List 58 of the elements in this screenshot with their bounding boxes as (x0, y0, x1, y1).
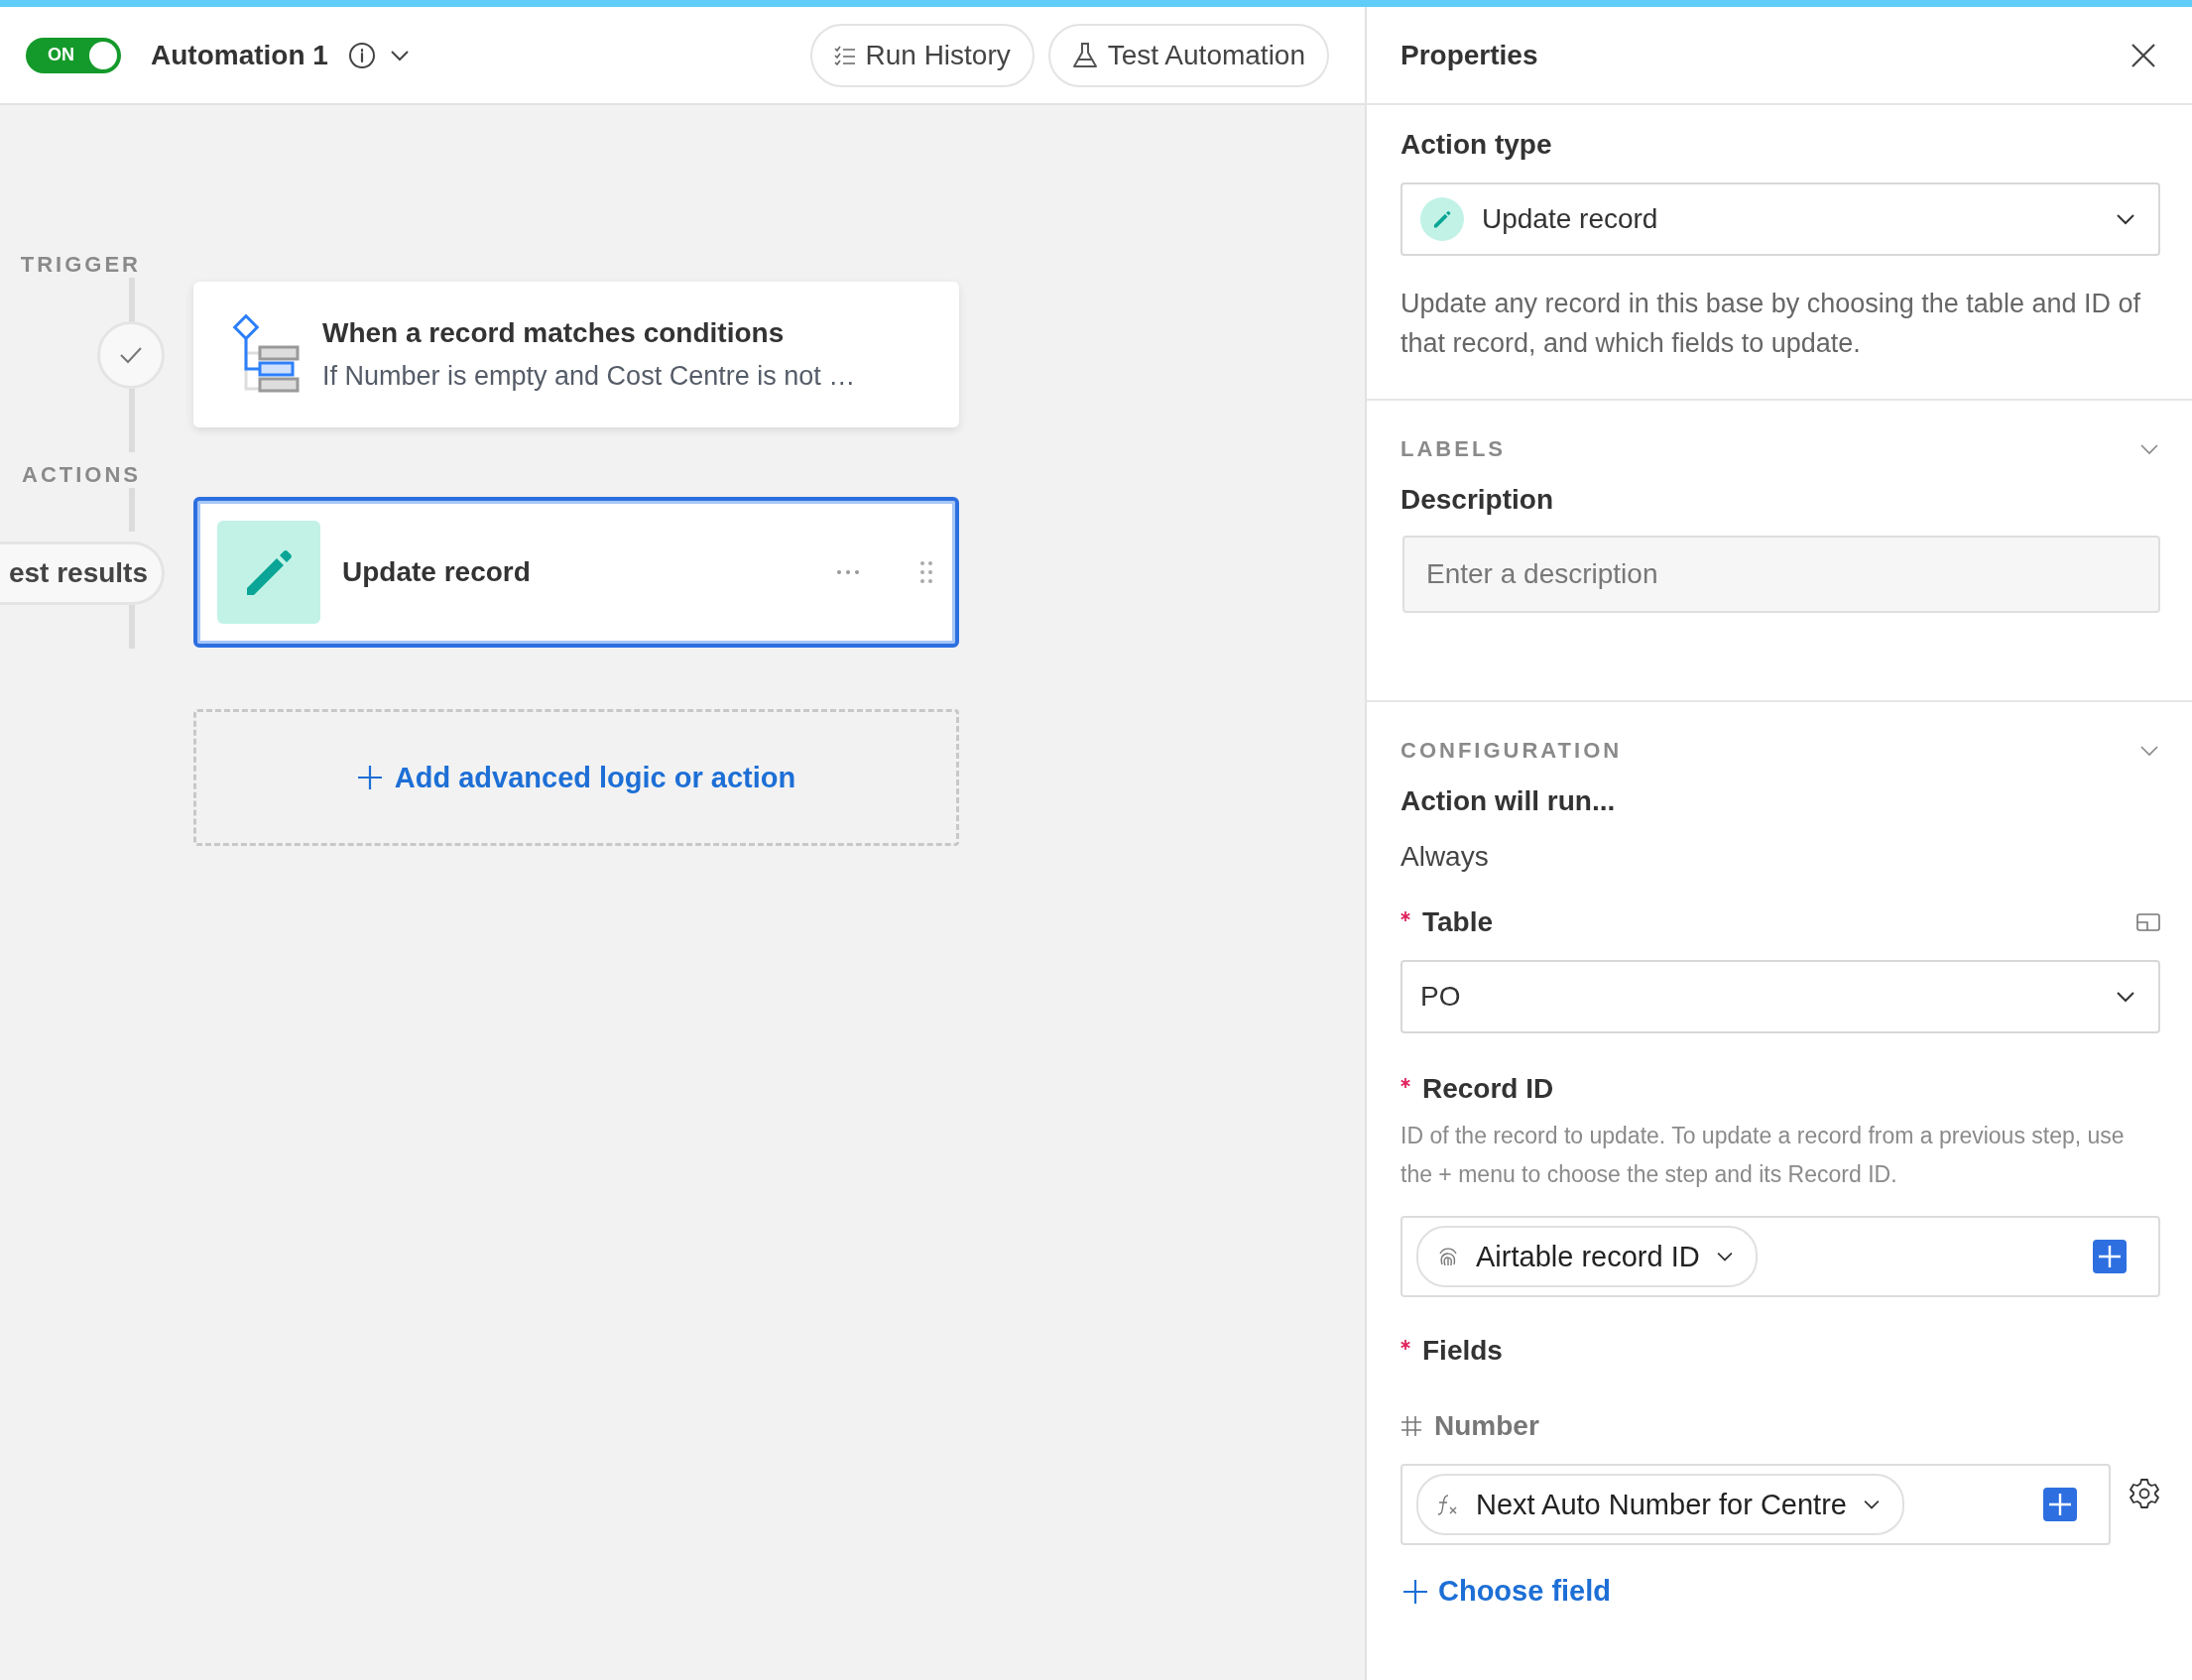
field-name: Number (1434, 1410, 1539, 1442)
chevron-down-icon (2115, 212, 2136, 226)
header-button[interactable]: Run History (809, 23, 1035, 87)
section-heading: CONFIGURATION (1400, 738, 1623, 764)
panel-icon[interactable] (2136, 913, 2160, 931)
plus-icon (356, 765, 383, 790)
hash-icon (1400, 1415, 1422, 1437)
record-id-field[interactable]: Airtable record ID (1400, 1216, 2160, 1297)
trigger-title: When a record matches conditions (322, 317, 786, 349)
chevron-icon[interactable] (2138, 442, 2160, 456)
field-label: Action will run... (1400, 785, 1617, 817)
run-condition: Always (1400, 841, 1490, 873)
checklist-icon (833, 45, 856, 65)
more-icon[interactable] (836, 569, 860, 575)
check-icon (119, 346, 143, 364)
plus-icon[interactable] (2093, 1240, 2127, 1273)
automation-title[interactable]: Automation 1 (151, 39, 328, 71)
plus-icon (1402, 1578, 1428, 1605)
field-label: Action type (1400, 129, 1553, 161)
panel-title: Properties (1400, 39, 1538, 71)
choose-field-link[interactable]: Choose field (1400, 1575, 1611, 1608)
action-title: Update record (342, 556, 531, 588)
settings-icon[interactable] (2129, 1478, 2160, 1509)
test-results-button[interactable]: est results (0, 541, 165, 605)
description-field[interactable]: Enter a description (1402, 536, 2160, 613)
chevron-down-icon (2115, 990, 2136, 1004)
action-type-select[interactable]: Update record (1400, 182, 2160, 256)
action-card[interactable]: Update record (193, 497, 959, 648)
toggle-label: ON (48, 45, 74, 65)
on-off-toggle[interactable]: ON (26, 37, 121, 73)
help-text: ID of the record to update. To update a record from a previous step, use the + menu to choose the step and its Record ID. (1400, 1122, 2126, 1189)
plus-icon[interactable] (2043, 1488, 2077, 1521)
drag-handle-icon[interactable] (919, 560, 933, 584)
chevron-down-icon[interactable] (389, 48, 410, 62)
formula-token[interactable]: Next Auto Number for Centre (1416, 1474, 1904, 1535)
field-label: Table (1422, 906, 1494, 938)
pencil-icon (217, 521, 320, 624)
add-step-button[interactable]: Add advanced logic or action (193, 709, 959, 846)
trigger-card[interactable]: When a record matches conditions If Number is empty and Cost Centre is not … (193, 282, 959, 427)
table-select[interactable]: PO (1400, 960, 2160, 1033)
record-id-token[interactable]: Airtable record ID (1416, 1226, 1758, 1287)
field-label: Record ID (1422, 1073, 1554, 1105)
trigger-summary: If Number is empty and Cost Centre is not … (322, 361, 856, 392)
close-icon[interactable] (2131, 42, 2156, 68)
header-button[interactable]: Test Automation (1047, 23, 1329, 87)
field-value-field[interactable]: Next Auto Number for Centre (1400, 1464, 2111, 1545)
section-label: ACTIONS (22, 462, 141, 488)
chevron-down-icon (1862, 1499, 1881, 1510)
section-heading: LABELS (1400, 436, 1506, 462)
pencil-icon (1420, 197, 1464, 241)
section-label: TRIGGER (20, 252, 141, 278)
action-description: Update any record in this base by choosing the table and ID of that record, and which fields to update. (1400, 288, 2141, 360)
field-label: Fields (1422, 1335, 1503, 1367)
flask-icon (1071, 41, 1098, 69)
info-icon[interactable] (347, 41, 376, 69)
field-label: Description (1400, 484, 1555, 516)
chevron-icon[interactable] (2138, 744, 2160, 758)
chevron-down-icon (1715, 1251, 1734, 1262)
